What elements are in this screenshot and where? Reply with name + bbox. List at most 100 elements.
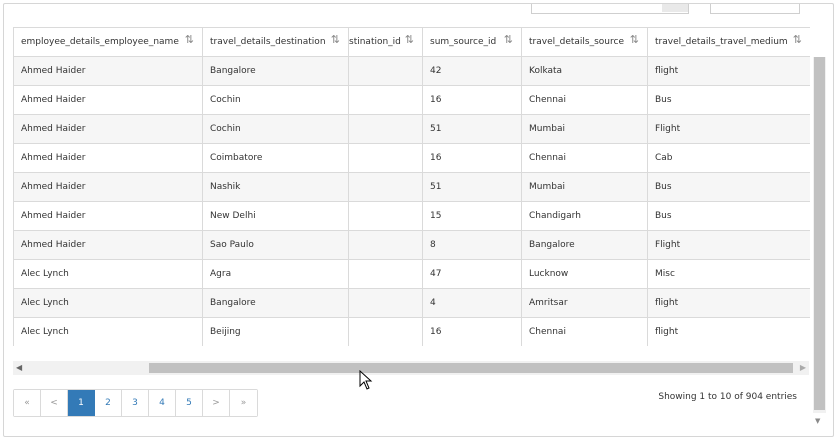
table-row[interactable]: Alec Lynch Bangalore 4 Amritsar flight xyxy=(13,288,810,318)
cell-source: Amritsar xyxy=(521,288,648,318)
cell-sum-source-id: 16 xyxy=(422,143,522,173)
cell-employee-name: Ahmed Haider xyxy=(13,230,203,260)
page-last-button[interactable]: » xyxy=(230,390,257,416)
table-row[interactable]: Ahmed Haider Coimbatore 16 Chennai Cab xyxy=(13,143,810,173)
vertical-scrollbar[interactable]: ▼ xyxy=(813,57,826,425)
sort-arrows-icon[interactable]: ⇅ xyxy=(331,34,340,45)
data-table: employee_details_employee_name ⇅ travel_d… xyxy=(13,27,810,346)
cell-destination-id xyxy=(348,288,423,318)
cell-destination-id xyxy=(348,230,423,260)
cell-destination-id xyxy=(348,85,423,115)
sort-arrows-icon[interactable]: ⇅ xyxy=(630,34,639,45)
cell-travel-medium: Misc xyxy=(647,259,810,289)
cell-destination: Bangalore xyxy=(202,56,349,86)
cell-sum-source-id: 4 xyxy=(422,288,522,318)
mouse-pointer-icon xyxy=(359,370,373,390)
page-2-button[interactable]: 2 xyxy=(95,390,122,416)
column-header-source[interactable]: travel_details_source ⇅ xyxy=(521,27,648,57)
cell-travel-medium: flight xyxy=(647,288,810,318)
cell-destination: Sao Paulo xyxy=(202,230,349,260)
sort-arrows-icon[interactable]: ⇅ xyxy=(185,34,194,45)
column-header-destination[interactable]: travel_details_destination ⇅ xyxy=(202,27,349,57)
cell-travel-medium: Bus xyxy=(647,201,810,231)
column-header-employee-name[interactable]: employee_details_employee_name ⇅ xyxy=(13,27,203,57)
cell-travel-medium: Flight xyxy=(647,114,810,144)
table-row[interactable]: Ahmed Haider Bangalore 42 Kolkata flight xyxy=(13,56,810,86)
table-row[interactable]: Alec Lynch Agra 47 Lucknow Misc xyxy=(13,259,810,289)
cell-source: Mumbai xyxy=(521,114,648,144)
column-header-travel-medium[interactable]: travel_details_travel_medium ⇅ xyxy=(647,27,810,57)
cell-destination-id xyxy=(348,201,423,231)
cell-destination-id xyxy=(348,114,423,144)
top-control-right[interactable] xyxy=(710,4,800,14)
cell-travel-medium: flight xyxy=(647,56,810,86)
cell-source: Chennai xyxy=(521,143,648,173)
horizontal-scrollbar-thumb[interactable] xyxy=(149,363,793,373)
table-row[interactable]: Ahmed Haider Sao Paulo 8 Bangalore Flight xyxy=(13,230,810,260)
cell-travel-medium: flight xyxy=(647,317,810,346)
cell-destination: New Delhi xyxy=(202,201,349,231)
page-4-button[interactable]: 4 xyxy=(149,390,176,416)
cell-destination: Agra xyxy=(202,259,349,289)
table-header-row: employee_details_employee_name ⇅ travel_d… xyxy=(13,27,810,57)
cell-employee-name: Ahmed Haider xyxy=(13,85,203,115)
cell-source: Chandigarh xyxy=(521,201,648,231)
page-first-button[interactable]: « xyxy=(14,390,41,416)
cell-source: Kolkata xyxy=(521,56,648,86)
page-3-button[interactable]: 3 xyxy=(122,390,149,416)
column-header-destination-id[interactable]: stination_id ⇅ xyxy=(348,27,423,57)
cell-employee-name: Alec Lynch xyxy=(13,259,203,289)
cell-destination-id xyxy=(348,259,423,289)
sort-arrows-icon[interactable]: ⇅ xyxy=(405,34,414,45)
table-body: Ahmed Haider Bangalore 42 Kolkata flight Ahme… xyxy=(13,56,810,346)
cell-travel-medium: Cab xyxy=(647,143,810,173)
cell-destination: Beijing xyxy=(202,317,349,346)
table-row[interactable]: Alec Lynch Beijing 16 Chennai flight xyxy=(13,317,810,346)
pagination: « < 1 2 3 4 5 > » xyxy=(13,389,258,417)
table-row[interactable]: Ahmed Haider New Delhi 15 Chandigarh Bus xyxy=(13,201,810,231)
cell-source: Mumbai xyxy=(521,172,648,202)
cell-destination-id xyxy=(348,56,423,86)
cell-travel-medium: Bus xyxy=(647,172,810,202)
cell-destination: Nashik xyxy=(202,172,349,202)
column-header-sum-source-id[interactable]: sum_source_id ⇅ xyxy=(422,27,522,57)
cell-sum-source-id: 16 xyxy=(422,317,522,346)
cell-destination: Cochin xyxy=(202,85,349,115)
table-row[interactable]: Ahmed Haider Cochin 16 Chennai Bus xyxy=(13,85,810,115)
sort-arrows-icon[interactable]: ⇅ xyxy=(504,34,513,45)
top-control-left[interactable] xyxy=(531,4,689,14)
cell-destination-id xyxy=(348,143,423,173)
scroll-right-arrow-icon[interactable]: ▶ xyxy=(800,363,806,372)
scroll-down-arrow-icon[interactable]: ▼ xyxy=(815,417,820,425)
cell-sum-source-id: 42 xyxy=(422,56,522,86)
scroll-left-arrow-icon[interactable]: ◀ xyxy=(16,363,22,372)
cell-employee-name: Ahmed Haider xyxy=(13,143,203,173)
table-row[interactable]: Ahmed Haider Nashik 51 Mumbai Bus xyxy=(13,172,810,202)
cell-sum-source-id: 8 xyxy=(422,230,522,260)
cell-sum-source-id: 51 xyxy=(422,172,522,202)
cell-source: Chennai xyxy=(521,85,648,115)
cell-employee-name: Ahmed Haider xyxy=(13,114,203,144)
page-1-button[interactable]: 1 xyxy=(68,390,95,416)
page-5-button[interactable]: 5 xyxy=(176,390,203,416)
cell-destination-id xyxy=(348,317,423,346)
cell-travel-medium: Flight xyxy=(647,230,810,260)
cell-destination: Coimbatore xyxy=(202,143,349,173)
sort-arrows-icon[interactable]: ⇅ xyxy=(793,34,802,45)
vertical-scrollbar-thumb[interactable] xyxy=(814,57,825,410)
page-prev-button[interactable]: < xyxy=(41,390,68,416)
cell-employee-name: Ahmed Haider xyxy=(13,172,203,202)
cell-sum-source-id: 16 xyxy=(422,85,522,115)
cell-destination-id xyxy=(348,172,423,202)
entries-info: Showing 1 to 10 of 904 entries xyxy=(658,392,797,402)
cell-source: Lucknow xyxy=(521,259,648,289)
horizontal-scrollbar[interactable]: ◀ ▶ xyxy=(13,361,809,375)
page-next-button[interactable]: > xyxy=(203,390,230,416)
cell-employee-name: Ahmed Haider xyxy=(13,56,203,86)
cell-sum-source-id: 15 xyxy=(422,201,522,231)
cell-sum-source-id: 47 xyxy=(422,259,522,289)
table-row[interactable]: Ahmed Haider Cochin 51 Mumbai Flight xyxy=(13,114,810,144)
cell-travel-medium: Bus xyxy=(647,85,810,115)
cell-destination: Cochin xyxy=(202,114,349,144)
cell-source: Chennai xyxy=(521,317,648,346)
